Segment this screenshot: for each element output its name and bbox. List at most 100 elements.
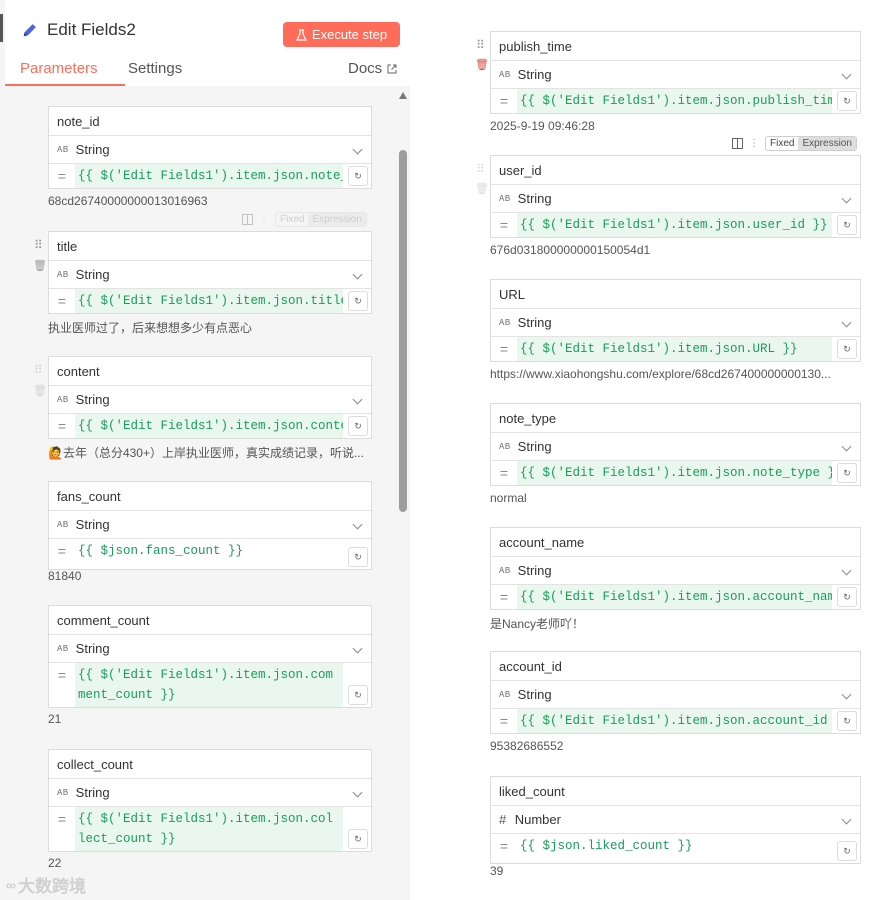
more-options-icon[interactable]: ⋮: [749, 138, 759, 149]
field-type-select[interactable]: AB String: [491, 433, 860, 461]
field-type-select[interactable]: AB String: [49, 136, 371, 164]
field-type-select[interactable]: # Number: [491, 806, 860, 834]
field-type-label: Number: [514, 812, 561, 827]
field-type-label: String: [517, 563, 552, 578]
field-expression-input[interactable]: {{ $('Edit Fields1').item.json.content }…: [75, 414, 343, 438]
drag-expression-icon[interactable]: ↻: [837, 587, 857, 607]
field-expression-input[interactable]: {{ $('Edit Fields1').item.json.account_n…: [517, 585, 832, 609]
field-expression-input[interactable]: {{ $('Edit Fields1').item.json.note_id }…: [75, 164, 343, 188]
drag-expression-icon[interactable]: ↻: [837, 91, 857, 111]
mode-fixed[interactable]: Fixed: [766, 137, 798, 150]
equals-icon: =: [57, 168, 67, 184]
field-type-select[interactable]: AB String: [49, 261, 371, 289]
panel-edge: [0, 14, 3, 42]
field-result-value: 执业医师过了，后来想想多少有点恶心: [48, 321, 253, 335]
field-type-select[interactable]: AB String: [49, 635, 371, 663]
drag-expression-icon[interactable]: ↻: [348, 291, 368, 311]
field-value-row: = {{ $('Edit Fields1').item.json.URL }} …: [491, 337, 860, 361]
field-name-input[interactable]: content: [49, 357, 371, 386]
execute-step-button[interactable]: Execute step: [283, 22, 400, 47]
mode-expression[interactable]: Expression: [308, 213, 366, 226]
drag-handle-icon[interactable]: ⠿: [476, 162, 485, 176]
scroll-up-arrow-icon[interactable]: [399, 92, 407, 99]
equals-icon: =: [499, 713, 509, 729]
scrollbar-thumb[interactable]: [399, 150, 407, 512]
drag-expression-icon[interactable]: ↻: [348, 685, 368, 705]
tab-parameters[interactable]: Parameters: [20, 60, 98, 77]
field-value-row: = {{ $('Edit Fields1').item.json.collect…: [49, 807, 371, 851]
field-value-row: = {{ $('Edit Fields1').item.json.title }…: [49, 289, 371, 313]
field-type-select[interactable]: AB String: [491, 309, 860, 337]
field-type-select[interactable]: AB String: [491, 185, 860, 213]
field-result-value: 676d031800000000150054d1: [490, 243, 651, 257]
mode-fixed[interactable]: Fixed: [276, 213, 308, 226]
drag-expression-icon[interactable]: ↻: [837, 463, 857, 483]
field-expression-input[interactable]: {{ $('Edit Fields1').item.json.account_i…: [517, 709, 832, 733]
field-name-input[interactable]: URL: [491, 280, 860, 309]
drag-handle-icon[interactable]: ⠿: [34, 363, 43, 377]
field-name-input[interactable]: title: [49, 232, 371, 261]
field-expression-input[interactable]: {{ $('Edit Fields1').item.json.comment_c…: [75, 663, 343, 707]
field-expression-input[interactable]: {{ $('Edit Fields1').item.json.user_id }…: [517, 213, 832, 237]
more-options-icon[interactable]: ⋮: [259, 214, 269, 225]
field-type-select[interactable]: AB String: [491, 61, 860, 89]
equals-icon: =: [499, 838, 509, 854]
field-name-input[interactable]: note_id: [49, 107, 371, 136]
mode-expression[interactable]: Expression: [798, 137, 856, 150]
field-expression-input[interactable]: {{ $('Edit Fields1').item.json.note_type…: [517, 461, 832, 485]
drag-expression-icon[interactable]: ↻: [837, 339, 857, 359]
field-name-input[interactable]: fans_count: [49, 482, 371, 511]
drag-expression-icon[interactable]: ↻: [348, 547, 368, 567]
panel-scrollbar[interactable]: [398, 92, 408, 892]
drag-expression-icon[interactable]: ↻: [837, 711, 857, 731]
active-tab-indicator: [5, 84, 125, 86]
string-type-icon: AB: [57, 520, 69, 529]
field-expression-input[interactable]: {{ $json.fans_count }}: [75, 539, 343, 569]
drag-handle-icon[interactable]: ⠿: [476, 38, 485, 52]
drag-handle-icon[interactable]: ⠿: [34, 238, 43, 252]
chevron-down-icon: [352, 394, 363, 405]
field-expression-input[interactable]: {{ $('Edit Fields1').item.json.title }}: [75, 289, 343, 313]
field-result-value: 是Nancy老师吖！: [490, 617, 585, 631]
equals-icon: =: [57, 293, 67, 309]
field-name-input[interactable]: comment_count: [49, 606, 371, 635]
field-card: URL AB String = {{ $('Edit Fields1').ite…: [490, 279, 861, 362]
field-name-input[interactable]: account_id: [491, 652, 860, 681]
drag-expression-icon[interactable]: ↻: [348, 416, 368, 436]
field-type-select[interactable]: AB String: [49, 386, 371, 414]
panel-toggle-icon[interactable]: [242, 214, 253, 225]
field-type-label: String: [75, 517, 110, 532]
watermark: ∞ 大数跨境: [6, 872, 86, 897]
trash-icon[interactable]: 🗑: [33, 259, 47, 272]
field-expression-input[interactable]: {{ $json.liked_count }}: [517, 834, 832, 863]
field-name-input[interactable]: collect_count: [49, 750, 371, 779]
trash-icon[interactable]: 🗑: [475, 182, 489, 195]
field-expression-input[interactable]: {{ $('Edit Fields1').item.json.URL }}: [517, 337, 832, 361]
field-name-input[interactable]: publish_time: [491, 32, 860, 61]
field-expression-input[interactable]: {{ $('Edit Fields1').item.json.publish_t…: [517, 89, 832, 113]
drag-expression-icon[interactable]: ↻: [837, 841, 857, 861]
node-title[interactable]: Edit Fields2: [47, 20, 136, 40]
field-name-input[interactable]: liked_count: [491, 777, 860, 806]
docs-link[interactable]: Docs: [348, 60, 397, 77]
trash-icon[interactable]: 🗑: [33, 384, 47, 397]
drag-expression-icon[interactable]: ↻: [348, 829, 368, 849]
panel-toggle-icon[interactable]: [732, 138, 743, 149]
field-result-value: 22: [48, 856, 62, 870]
field-name-input[interactable]: note_type: [491, 404, 860, 433]
string-type-icon: AB: [499, 194, 511, 203]
string-type-icon: AB: [499, 442, 511, 451]
field-type-select[interactable]: AB String: [491, 557, 860, 585]
field-name-input[interactable]: user_id: [491, 156, 860, 185]
trash-icon[interactable]: 🗑: [475, 58, 489, 71]
field-type-select[interactable]: AB String: [491, 681, 860, 709]
drag-expression-icon[interactable]: ↻: [348, 166, 368, 186]
panel-header: Edit Fields2 Execute step Parameters Set…: [5, 0, 410, 86]
field-name-input[interactable]: account_name: [491, 528, 860, 557]
drag-expression-icon[interactable]: ↻: [837, 215, 857, 235]
pencil-icon: [23, 24, 36, 37]
field-type-select[interactable]: AB String: [49, 779, 371, 807]
field-expression-input[interactable]: {{ $('Edit Fields1').item.json.collect_c…: [75, 807, 343, 851]
field-type-select[interactable]: AB String: [49, 511, 371, 539]
tab-settings[interactable]: Settings: [128, 60, 182, 77]
